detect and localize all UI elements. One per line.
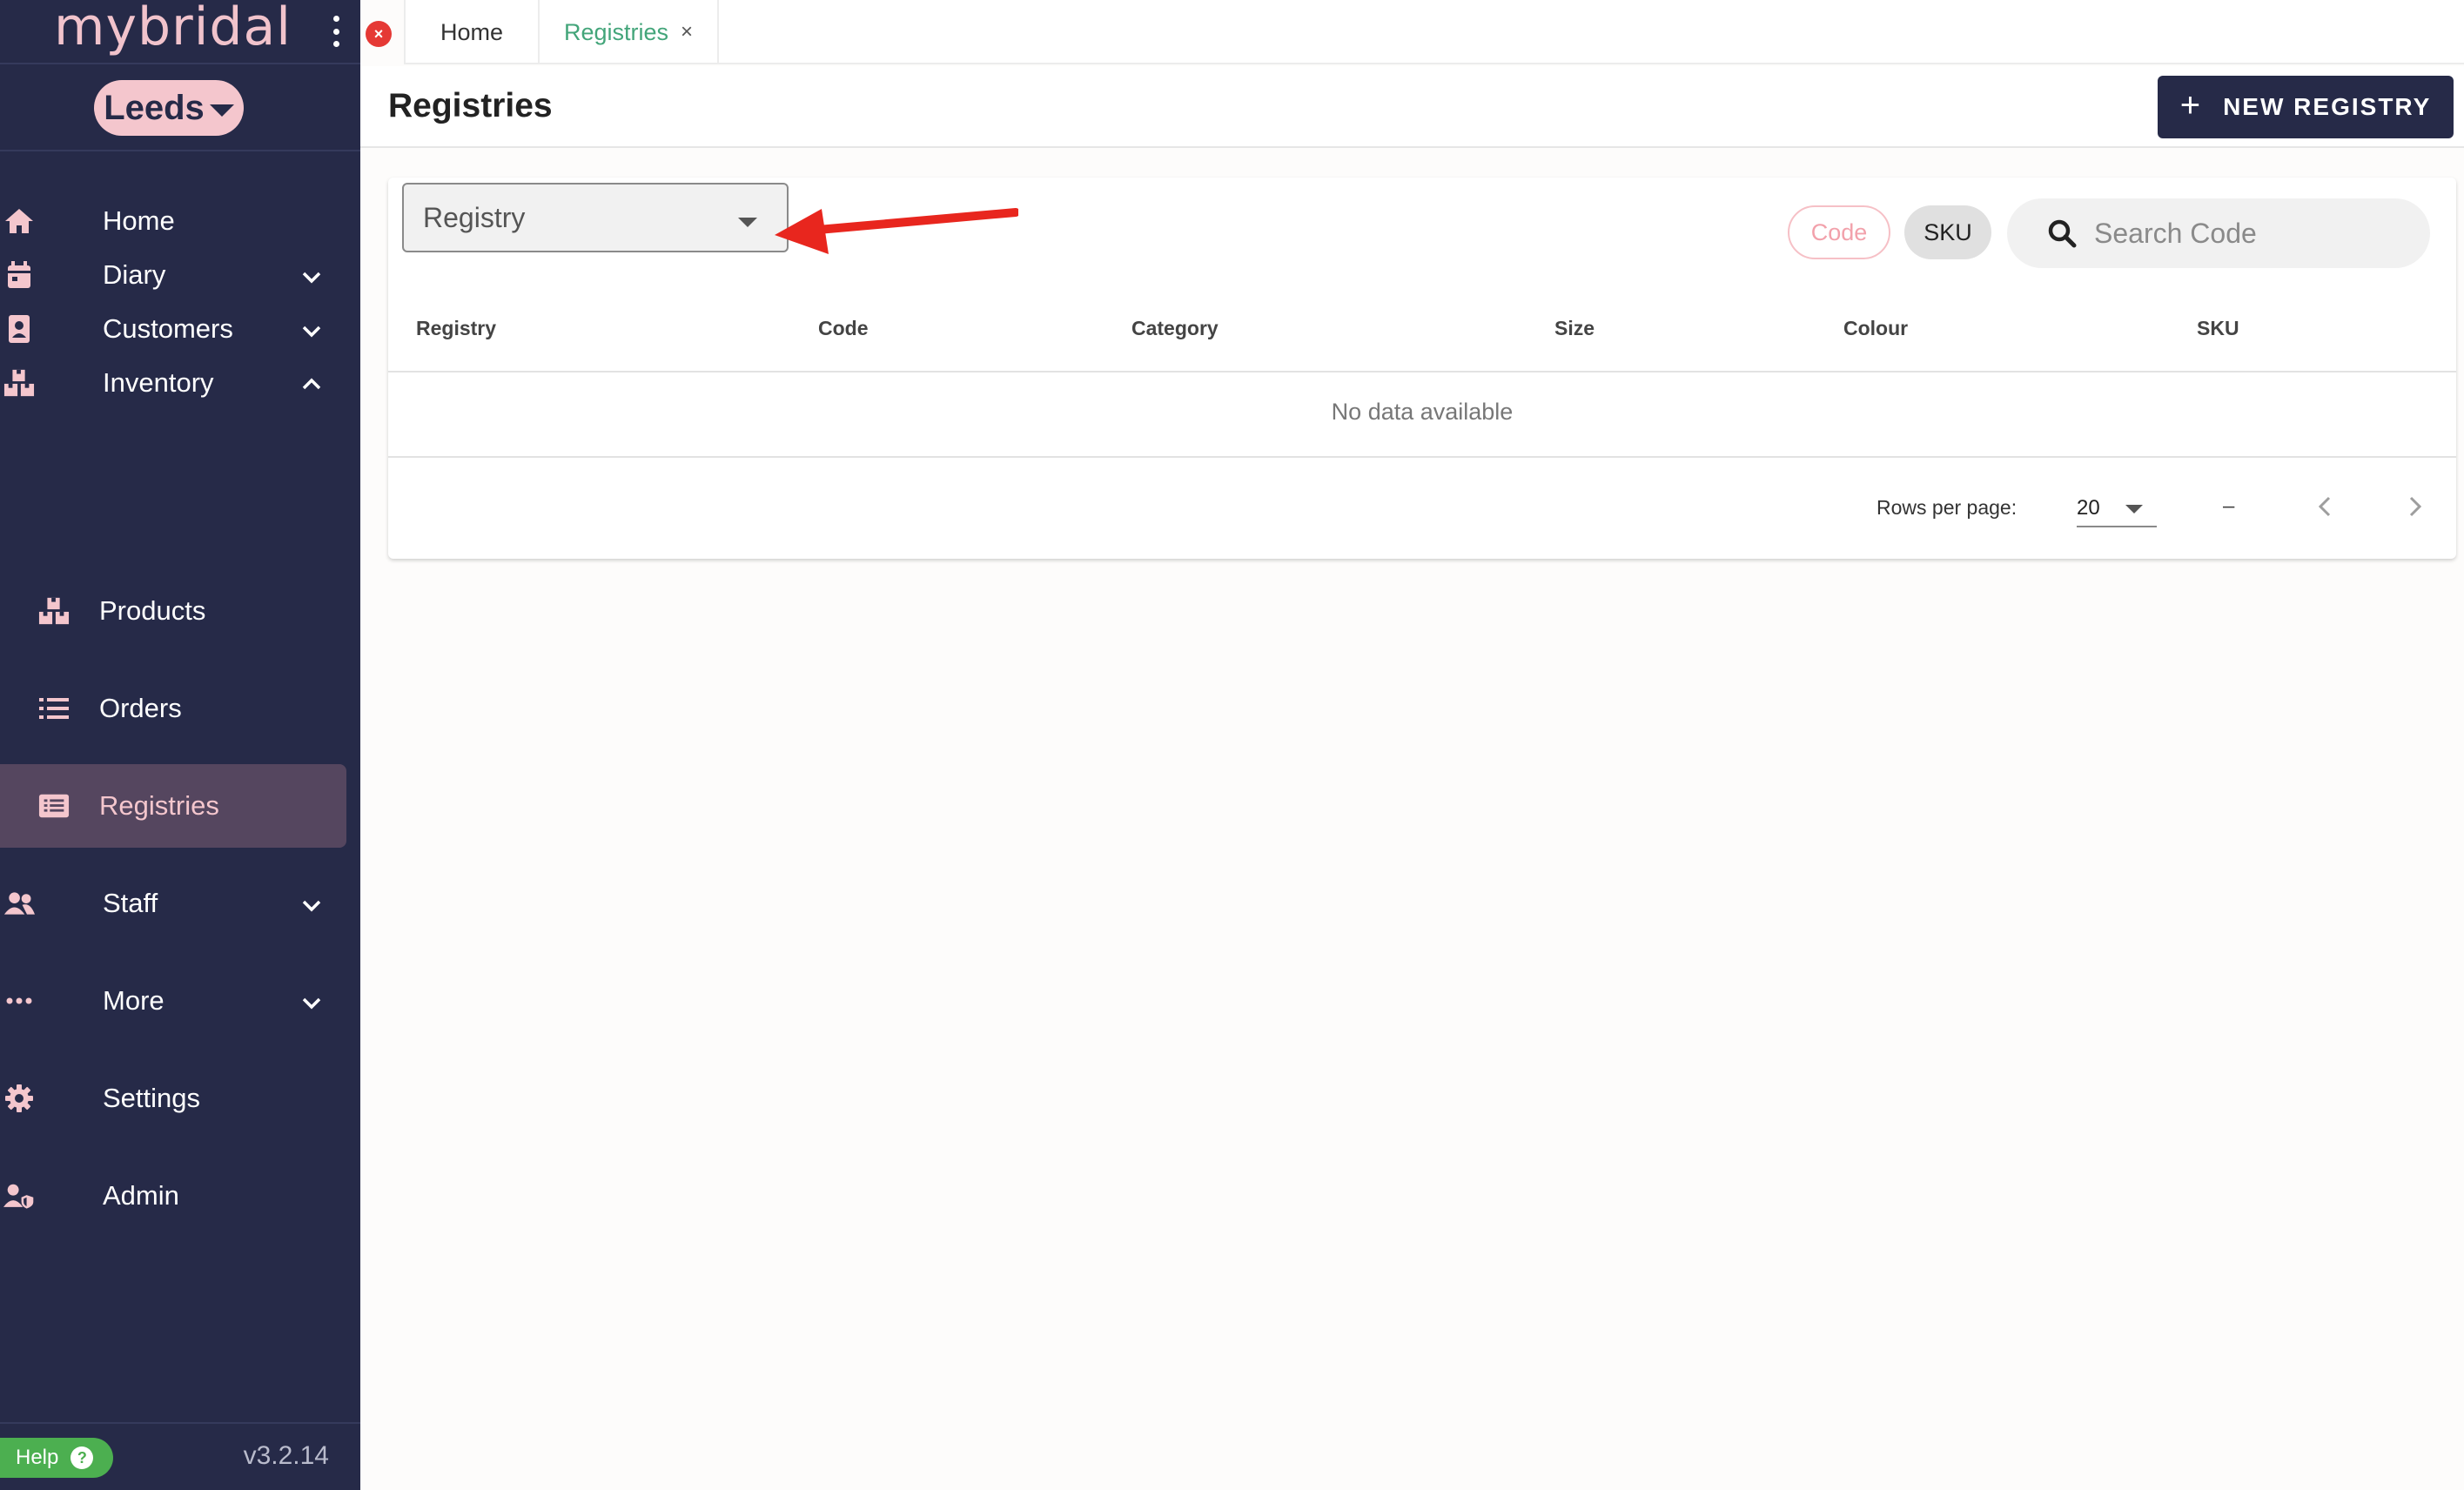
- sidebar-item-label: Inventory: [103, 367, 214, 398]
- people-icon: [3, 889, 35, 917]
- tab-home[interactable]: Home: [404, 0, 540, 64]
- sidebar-item-more[interactable]: More: [0, 959, 346, 1043]
- tab-registries[interactable]: Registries ×: [538, 0, 719, 64]
- registry-select[interactable]: Registry: [402, 183, 789, 252]
- search-box: [2007, 198, 2430, 268]
- app-version: v3.2.14: [243, 1441, 329, 1470]
- chevron-down-icon[interactable]: [301, 895, 322, 916]
- user-shield-icon: [3, 1182, 35, 1210]
- search-input[interactable]: [2094, 217, 2407, 250]
- sidebar-item-inventory[interactable]: Inventory: [0, 341, 346, 425]
- location-row: Leeds: [0, 64, 360, 151]
- sidebar-item-products[interactable]: Products: [0, 569, 346, 653]
- tab-bar: Home Registries ×: [404, 0, 2464, 64]
- sidebar-item-staff[interactable]: Staff: [0, 862, 346, 945]
- caret-down-icon: [738, 218, 757, 227]
- sidebar-item-settings[interactable]: Settings: [0, 1057, 346, 1140]
- column-header-code[interactable]: Code: [818, 317, 869, 340]
- column-header-colour[interactable]: Colour: [1843, 317, 1908, 340]
- filter-chip-sku[interactable]: SKU: [1904, 205, 1991, 259]
- gear-icon: [3, 1084, 35, 1112]
- filter-chip-code[interactable]: Code: [1788, 205, 1890, 259]
- question-icon: ?: [70, 1446, 94, 1469]
- kebab-menu-icon[interactable]: [331, 16, 341, 47]
- caret-down-icon: [209, 104, 234, 117]
- chevron-right-icon[interactable]: [2397, 489, 2432, 524]
- search-icon: [2048, 219, 2077, 248]
- sidebar-item-label: More: [103, 985, 164, 1016]
- caret-down-icon: [2125, 505, 2143, 513]
- page-range-text: –: [2223, 494, 2235, 518]
- home-icon: [3, 207, 35, 235]
- list-icon: [38, 695, 70, 722]
- help-button[interactable]: Help ?: [0, 1438, 113, 1478]
- registries-table-card: Registry Code SKU Registry Code Category…: [388, 178, 2456, 559]
- chevron-up-icon[interactable]: [301, 374, 322, 395]
- sidebar-item-label: Settings: [103, 1083, 201, 1113]
- chevron-down-icon[interactable]: [301, 266, 322, 287]
- location-selector[interactable]: Leeds: [94, 80, 244, 136]
- sidebar-item-label: Registries: [99, 790, 219, 821]
- sidebar-item-orders[interactable]: Orders: [0, 667, 346, 750]
- rows-per-page-value: 20: [2077, 496, 2100, 520]
- page-title: Registries: [388, 87, 553, 124]
- boxes-icon: [3, 369, 35, 397]
- sidebar: mybridal Leeds Home Diary Customers Inve…: [0, 0, 360, 1490]
- page-header: Registries + NEW REGISTRY: [360, 66, 2464, 148]
- registry-select-label: Registry: [423, 202, 526, 233]
- divider: [388, 456, 2456, 458]
- calendar-icon: [3, 261, 35, 289]
- sidebar-footer: Help ? v3.2.14: [0, 1422, 360, 1490]
- tab-label: Home: [440, 18, 504, 45]
- column-header-sku[interactable]: SKU: [2197, 317, 2239, 340]
- chevron-down-icon[interactable]: [301, 992, 322, 1013]
- registry-icon: [38, 792, 70, 820]
- contact-card-icon: [3, 315, 35, 343]
- rows-per-page-label: Rows per page:: [1877, 496, 2018, 519]
- new-registry-label: NEW REGISTRY: [2223, 93, 2432, 120]
- column-header-size[interactable]: Size: [1554, 317, 1595, 340]
- location-label: Leeds: [104, 88, 205, 127]
- annotation-arrow: [775, 208, 1018, 254]
- brand-logo: mybridal: [54, 0, 292, 57]
- close-all-tabs-icon[interactable]: ×: [366, 21, 392, 47]
- divider: [388, 371, 2456, 372]
- new-registry-button[interactable]: + NEW REGISTRY: [2158, 76, 2454, 138]
- column-header-category[interactable]: Category: [1131, 317, 1219, 340]
- tab-label: Registries: [563, 18, 669, 45]
- close-tab-icon[interactable]: ×: [681, 20, 693, 44]
- empty-state-text: No data available: [1331, 399, 1514, 425]
- column-header-registry[interactable]: Registry: [416, 317, 496, 340]
- sidebar-item-label: Admin: [103, 1180, 179, 1211]
- rows-per-page-select[interactable]: 20: [2077, 484, 2157, 527]
- help-label: Help: [16, 1446, 59, 1469]
- brand-row: mybridal: [0, 0, 360, 64]
- sidebar-item-label: Staff: [103, 888, 158, 918]
- sidebar-item-admin[interactable]: Admin: [0, 1154, 346, 1238]
- plus-icon: +: [2179, 86, 2203, 124]
- sidebar-item-registries[interactable]: Registries: [0, 764, 346, 848]
- chevron-left-icon[interactable]: [2308, 489, 2343, 524]
- boxes-icon: [38, 597, 70, 625]
- chevron-down-icon[interactable]: [301, 320, 322, 341]
- dots-icon: [3, 987, 35, 1015]
- sidebar-item-label: Orders: [99, 693, 182, 723]
- sidebar-item-label: Products: [99, 595, 206, 626]
